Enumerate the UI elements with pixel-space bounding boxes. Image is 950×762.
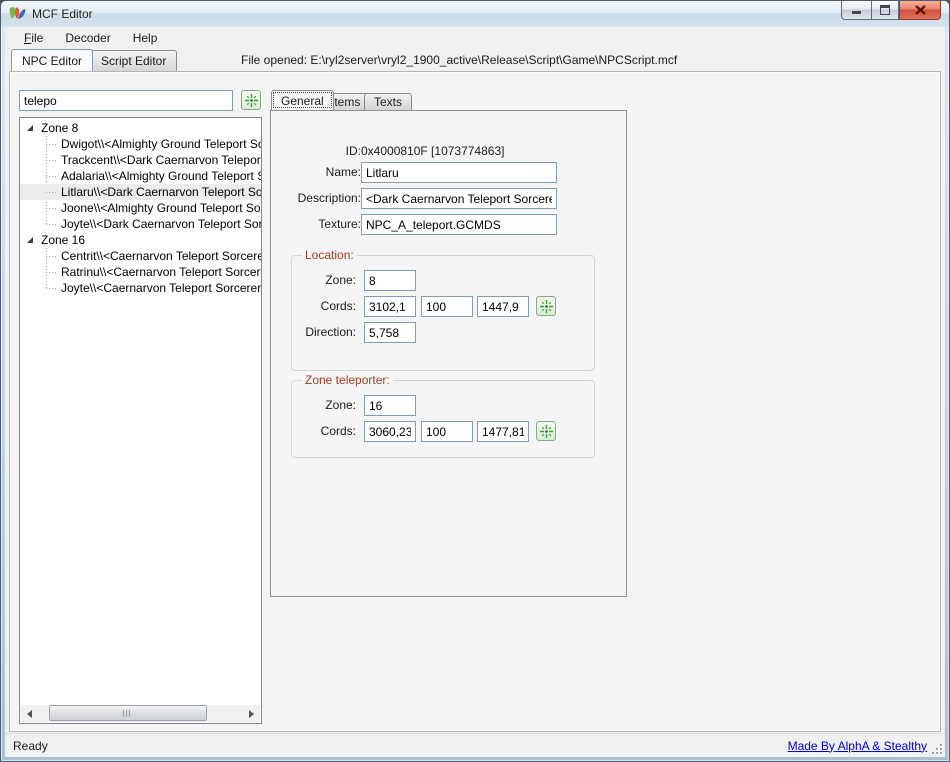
location-zone-field[interactable] (364, 270, 416, 291)
client-area: File Decoder Help NPC Editor Script Edit… (5, 27, 945, 757)
menu-help[interactable]: Help (122, 28, 169, 48)
location-cord-z-field[interactable] (477, 296, 529, 317)
tree-node-zone16[interactable]: Zone 16 (20, 232, 261, 248)
id-value: 0x4000810F [1073774863] (361, 141, 504, 162)
menu-file[interactable]: File (13, 28, 54, 48)
teleporter-zone-label: Zone: (302, 395, 356, 416)
id-label: ID: (279, 141, 361, 162)
tree-item-selected[interactable]: Litlaru\\<Dark Caernarvon Teleport Sor (20, 184, 261, 200)
location-cord-x-field[interactable] (364, 296, 416, 317)
location-direction-label: Direction: (296, 322, 356, 343)
tab-general[interactable]: General (271, 90, 334, 110)
tree-item[interactable]: Joyte\\<Dark Caernarvon Teleport Sorc (20, 216, 261, 232)
teleporter-cords-label: Cords: (302, 421, 356, 442)
expander-icon[interactable] (27, 237, 33, 243)
location-burst-icon (540, 300, 553, 313)
tree-item[interactable]: Centrit\\<Caernarvon Teleport Sorcerer> (20, 248, 261, 264)
location-direction-field[interactable] (364, 322, 416, 343)
npc-tree[interactable]: Zone 8 Dwigot\\<Almighty Ground Teleport… (19, 117, 262, 724)
tree-node-label: Zone 16 (41, 233, 85, 247)
statusbar: Ready Made By AlphA & Stealthy (5, 733, 945, 757)
location-locate-button[interactable] (536, 296, 556, 316)
window-title: MCF Editor (32, 7, 93, 21)
search-input[interactable] (19, 90, 233, 111)
expander-icon[interactable] (27, 125, 33, 131)
app-icon (9, 6, 26, 22)
location-cords-label: Cords: (302, 296, 356, 317)
general-tab-page: ID: 0x4000810F [1073774863] Name: Descri… (270, 110, 627, 597)
credit-link[interactable]: Made By AlphA & Stealthy (788, 739, 927, 753)
teleporter-burst-icon (540, 425, 553, 438)
location-groupbox: Location: Zone: Cords: (291, 255, 595, 371)
teleporter-groupbox: Zone teleporter: Zone: Cords: (291, 380, 595, 458)
menu-file-rest: ile (31, 31, 43, 45)
resize-grip[interactable] (930, 742, 943, 755)
scroll-left-button[interactable] (21, 705, 38, 722)
tree-node-label: Zone 8 (41, 121, 78, 135)
zone16-children: Centrit\\<Caernarvon Teleport Sorcerer> … (20, 248, 261, 296)
teleporter-cord-z-field[interactable] (477, 421, 529, 442)
minimize-button[interactable] (841, 1, 871, 20)
name-field[interactable] (361, 162, 557, 183)
teleporter-group-title: Zone teleporter: (302, 373, 393, 387)
close-button[interactable] (899, 1, 941, 20)
tab-npc-editor[interactable]: NPC Editor (11, 49, 93, 71)
texture-field[interactable] (361, 214, 557, 235)
location-zone-label: Zone: (302, 270, 356, 291)
texture-label: Texture: (279, 214, 361, 235)
location-cord-y-field[interactable] (421, 296, 473, 317)
tree-item[interactable]: Adalaria\\<Almighty Ground Teleport Sc (20, 168, 261, 184)
teleporter-locate-button[interactable] (536, 421, 556, 441)
tree-item[interactable]: Joyte\\<Caernarvon Teleport Sorcerer> (20, 280, 261, 296)
titlebar[interactable]: MCF Editor (1, 1, 949, 27)
tree-item[interactable]: Ratrinu\\<Caernarvon Teleport Sorcere (20, 264, 261, 280)
zone8-children: Dwigot\\<Almighty Ground Teleport Sor Tr… (20, 136, 261, 232)
scroll-right-button[interactable] (243, 705, 260, 722)
menubar: File Decoder Help (5, 27, 945, 49)
description-field[interactable] (361, 188, 557, 209)
teleporter-cord-y-field[interactable] (421, 421, 473, 442)
main-tabstrip: NPC Editor Script Editor File opened: E:… (5, 49, 945, 71)
minimize-icon (852, 6, 862, 15)
maximize-button[interactable] (871, 1, 899, 20)
close-icon (915, 5, 926, 15)
scrollbar-thumb[interactable] (49, 705, 207, 721)
tree-item[interactable]: Dwigot\\<Almighty Ground Teleport Sor (20, 136, 261, 152)
tree-item[interactable]: Trackcent\\<Dark Caernarvon Teleport (20, 152, 261, 168)
maximize-icon (880, 5, 890, 15)
tab-texts[interactable]: Texts (364, 93, 412, 110)
menu-decoder[interactable]: Decoder (54, 28, 121, 48)
teleporter-zone-field[interactable] (364, 395, 416, 416)
scroll-right-icon (249, 710, 254, 718)
teleporter-cord-x-field[interactable] (364, 421, 416, 442)
mcf-editor-window: MCF Editor File Decoder Help NPC Editor … (0, 0, 950, 762)
tree-horizontal-scrollbar[interactable] (21, 705, 260, 722)
status-text: Ready (5, 739, 48, 753)
tree-node-zone8[interactable]: Zone 8 (20, 120, 261, 136)
tab-script-editor[interactable]: Script Editor (90, 50, 177, 71)
npc-editor-page: Zone 8 Dwigot\\<Almighty Ground Teleport… (9, 71, 941, 732)
scroll-left-icon (27, 710, 32, 718)
tree-item[interactable]: Joone\\<Almighty Ground Teleport Sorc (20, 200, 261, 216)
name-label: Name: (279, 162, 361, 183)
description-label: Description: (279, 188, 361, 209)
file-opened-label: File opened: E:\ryl2server\vryl2_1900_ac… (241, 53, 677, 67)
search-burst-icon (245, 94, 258, 107)
location-group-title: Location: (302, 248, 357, 262)
search-button[interactable] (241, 90, 261, 110)
